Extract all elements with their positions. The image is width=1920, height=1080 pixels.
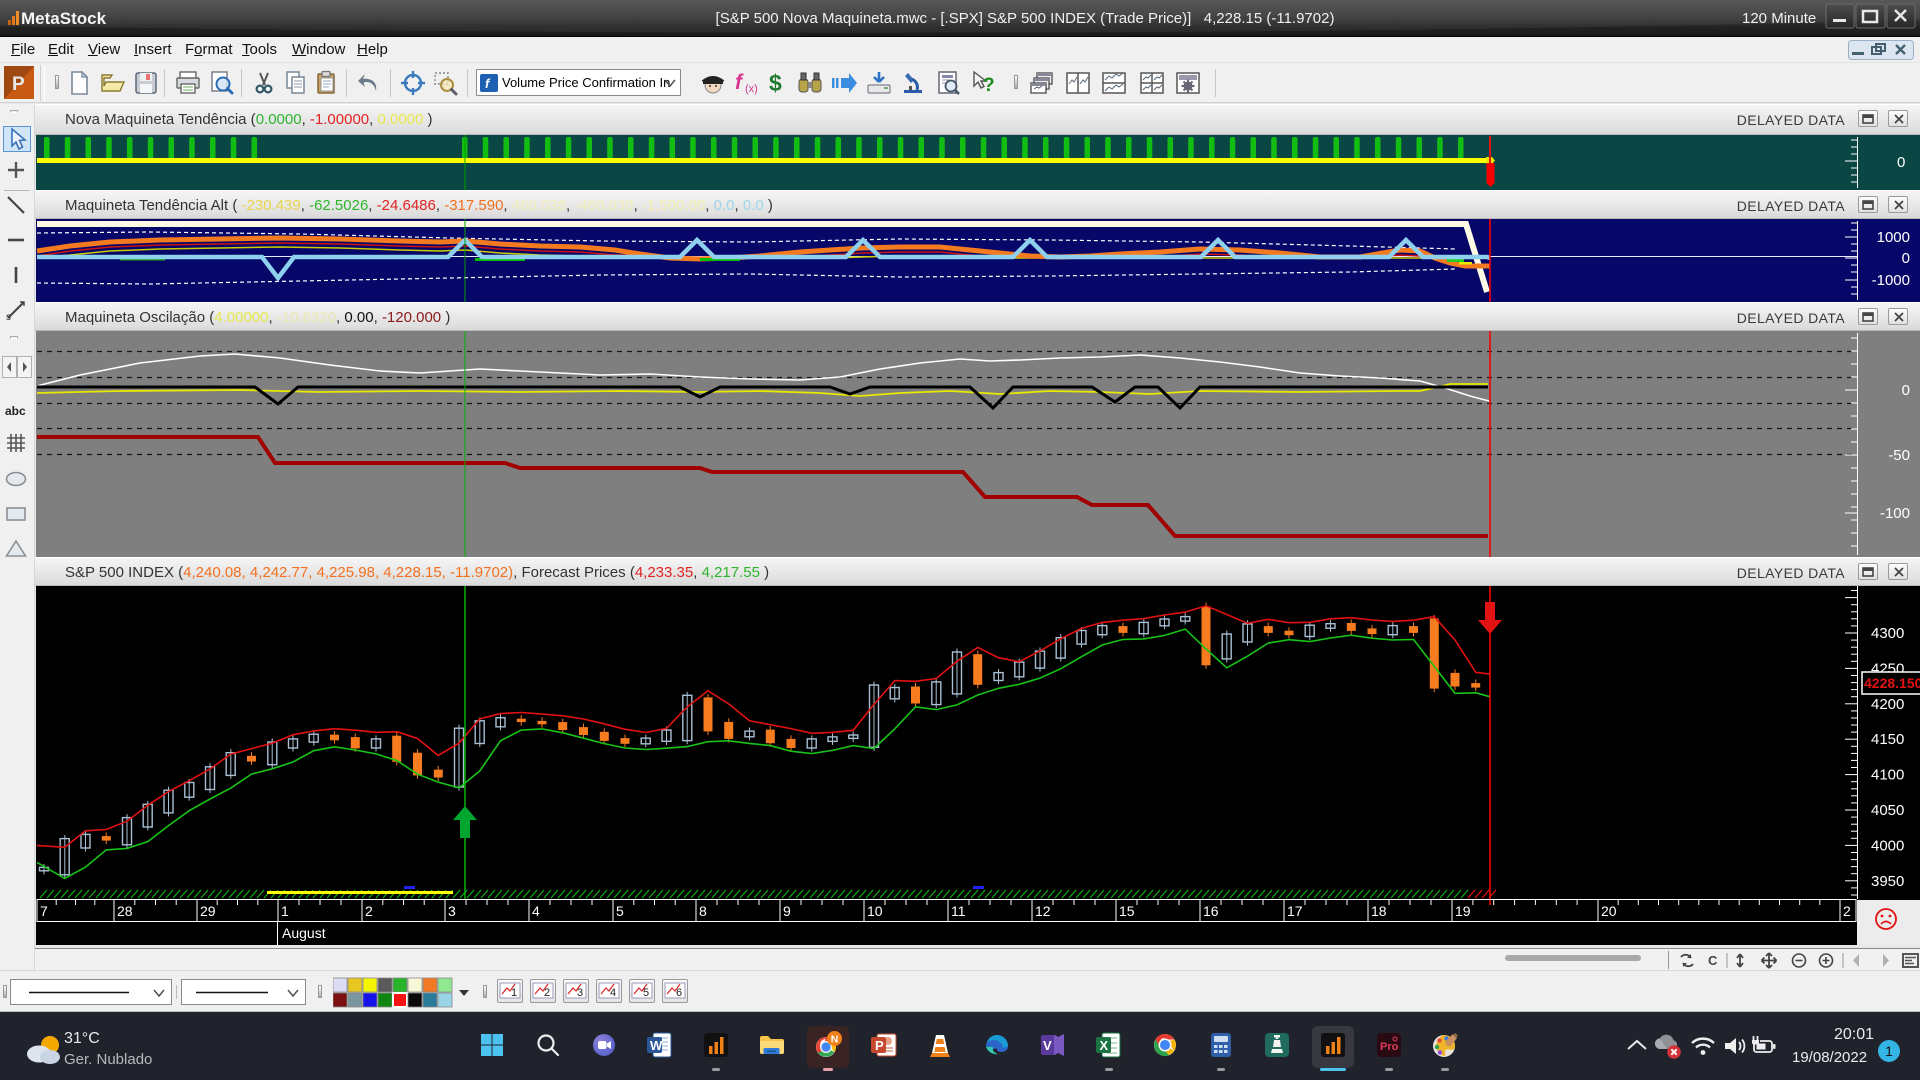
svg-text:8: 8 xyxy=(699,903,707,919)
svg-text:4200: 4200 xyxy=(1871,696,1904,713)
svg-text:5: 5 xyxy=(616,903,624,919)
svg-text:W: W xyxy=(650,1038,663,1053)
svg-text:3: 3 xyxy=(577,987,583,999)
svg-text:29: 29 xyxy=(200,903,216,919)
svg-text:4100: 4100 xyxy=(1871,767,1904,784)
svg-text:20: 20 xyxy=(1601,903,1617,919)
svg-text:0: 0 xyxy=(1897,154,1905,171)
svg-text:4150: 4150 xyxy=(1871,731,1904,748)
svg-text:August: August xyxy=(282,925,326,941)
svg-text:P: P xyxy=(875,1038,884,1053)
svg-text:18: 18 xyxy=(1371,903,1387,919)
svg-text:7: 7 xyxy=(40,903,48,919)
svg-text:17: 17 xyxy=(1287,903,1303,919)
svg-text:3950: 3950 xyxy=(1871,873,1904,890)
svg-text:10: 10 xyxy=(867,903,883,919)
svg-text:-50: -50 xyxy=(1888,447,1910,464)
svg-text:4228.150: 4228.150 xyxy=(1864,675,1920,691)
svg-text:16: 16 xyxy=(1203,903,1219,919)
svg-text:2: 2 xyxy=(1843,903,1851,919)
svg-text:V: V xyxy=(1043,1038,1052,1053)
svg-text:9: 9 xyxy=(783,903,791,919)
svg-text:4050: 4050 xyxy=(1871,802,1904,819)
svg-text:2: 2 xyxy=(365,903,373,919)
svg-text:C: C xyxy=(1708,953,1718,968)
svg-text:4: 4 xyxy=(610,987,616,999)
svg-text:5: 5 xyxy=(643,987,649,999)
svg-text:4300: 4300 xyxy=(1871,625,1904,642)
svg-text:N: N xyxy=(831,1034,839,1046)
svg-text:11: 11 xyxy=(951,903,966,919)
svg-text:6: 6 xyxy=(676,987,682,999)
svg-text:0: 0 xyxy=(1902,382,1910,399)
svg-text:28: 28 xyxy=(117,903,133,919)
svg-text:4: 4 xyxy=(532,903,540,919)
svg-text:2: 2 xyxy=(544,987,550,999)
svg-text:15: 15 xyxy=(1119,903,1135,919)
svg-text:0: 0 xyxy=(1902,250,1910,267)
svg-text:-100: -100 xyxy=(1880,505,1910,522)
svg-text:4000: 4000 xyxy=(1871,837,1904,854)
svg-text:3: 3 xyxy=(448,903,456,919)
svg-text:1: 1 xyxy=(281,903,289,919)
svg-text:1000: 1000 xyxy=(1877,229,1910,246)
svg-text:-1000: -1000 xyxy=(1872,272,1910,289)
svg-text:Pro: Pro xyxy=(1380,1041,1399,1053)
svg-text:19: 19 xyxy=(1455,903,1471,919)
svg-text:12: 12 xyxy=(1035,903,1051,919)
svg-text:1: 1 xyxy=(511,987,517,999)
svg-text:X: X xyxy=(1100,1038,1109,1053)
